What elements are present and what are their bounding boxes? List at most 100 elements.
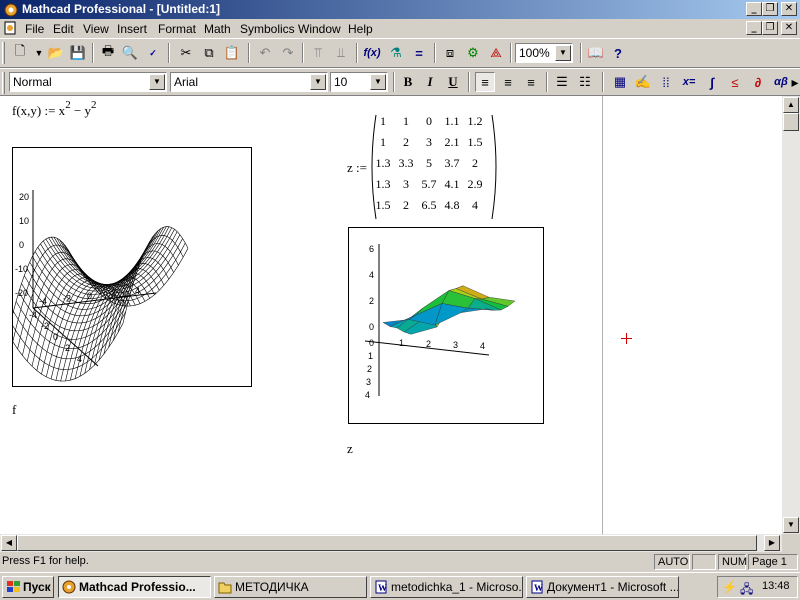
worksheet[interactable]: f(x,y) := x2 − y2 20 10 0 -10 -20 -4 -2 0 2 4 4 2 0-… <box>0 96 782 534</box>
menu-view[interactable]: View <box>83 22 109 36</box>
undo-icon[interactable]: ↶ <box>255 43 275 63</box>
task-folder[interactable]: МЕТОДИЧКА <box>214 576 367 598</box>
function-definition[interactable]: f(x,y) := x2 − y2 <box>12 99 97 119</box>
menu-format[interactable]: Format <box>158 22 196 36</box>
matrix-cell[interactable]: 4.1 <box>441 177 463 192</box>
matrix-cell[interactable]: 3.3 <box>395 156 417 171</box>
paste-icon[interactable]: 📋 <box>222 43 242 63</box>
title-bar[interactable]: Mathcad Professional - [Untitled:1] _ ❐ … <box>0 0 800 19</box>
align-down-icon[interactable]: ⫫ <box>331 43 351 63</box>
insert-function-icon[interactable]: f(x) <box>362 43 382 63</box>
insert-unit-icon[interactable]: ⚗ <box>386 43 406 63</box>
matrix-cell[interactable]: 3 <box>418 135 440 150</box>
mathcad-app-icon[interactable] <box>3 2 19 17</box>
matrix-cell[interactable]: 2 <box>395 198 417 213</box>
print-icon[interactable]: 🖶 <box>98 43 118 63</box>
resource-book-icon[interactable]: 📖 <box>586 43 606 63</box>
menu-file[interactable]: File <box>25 22 44 36</box>
format-toolbar-grip[interactable] <box>2 72 5 94</box>
matrix-cell[interactable]: 1.1 <box>441 114 463 129</box>
horizontal-scrollbar[interactable]: ◀ ▶ <box>0 534 782 552</box>
matrix-cell[interactable]: 4.8 <box>441 198 463 213</box>
matrix-cell[interactable]: 1 <box>372 135 394 150</box>
evaluation-icon[interactable]: x= <box>679 72 699 92</box>
matrix-assignment[interactable]: z := <box>347 160 367 176</box>
task-mathcad[interactable]: Mathcad Professio... <box>58 576 211 598</box>
menu-help[interactable]: Help <box>348 22 373 36</box>
matrix-cell[interactable]: 2 <box>395 135 417 150</box>
close-button[interactable]: ✕ <box>781 2 797 16</box>
italic-button[interactable]: I <box>420 72 440 92</box>
matrix-cell[interactable]: 3.7 <box>441 156 463 171</box>
zoom-dropdown-icon[interactable]: ▼ <box>555 45 571 61</box>
redo-icon[interactable]: ↷ <box>278 43 298 63</box>
maximize-button[interactable]: ❐ <box>762 2 778 16</box>
plot-z-label[interactable]: z <box>347 441 353 457</box>
font-size-dropdown-icon[interactable]: ▼ <box>370 74 386 90</box>
scroll-right-icon[interactable]: ▶ <box>764 535 780 551</box>
matrix-cell[interactable]: 1.3 <box>372 156 394 171</box>
vertical-scroll-thumb[interactable] <box>783 113 799 131</box>
matrix-cell[interactable]: 1 <box>395 114 417 129</box>
graph-icon[interactable]: ✍ <box>633 72 653 92</box>
underline-button[interactable]: U <box>443 72 463 92</box>
matrix-cell[interactable]: 1.2 <box>464 114 486 129</box>
matrix-cell[interactable]: 0 <box>418 114 440 129</box>
task-word-2[interactable]: W Документ1 - Microsoft ... <box>526 576 679 598</box>
matrix-cell[interactable]: 2 <box>464 156 486 171</box>
clock[interactable]: 13:48 <box>762 580 790 592</box>
bullets-icon[interactable]: ☰ <box>552 72 572 92</box>
resource-center-icon[interactable]: ⟁ <box>486 43 506 63</box>
scroll-up-icon[interactable]: ▲ <box>783 97 799 113</box>
style-dropdown-icon[interactable]: ▼ <box>149 74 165 90</box>
help-icon[interactable]: ? <box>608 43 628 63</box>
align-left-icon[interactable]: ≡ <box>475 72 495 92</box>
menu-edit[interactable]: Edit <box>53 22 74 36</box>
font-dropdown-icon[interactable]: ▼ <box>310 74 326 90</box>
doc-minimize-button[interactable]: _ <box>746 21 762 35</box>
programming-icon[interactable]: ∂ <box>748 72 768 92</box>
matrix-cell[interactable]: 1 <box>372 114 394 129</box>
doc-restore-button[interactable]: ❐ <box>762 21 778 35</box>
tray-app-icon[interactable]: ⚡ <box>722 580 737 594</box>
font-size-select[interactable]: 10 ▼ <box>330 72 388 92</box>
matrix-cell[interactable]: 1.5 <box>372 198 394 213</box>
cut-icon[interactable]: ✂ <box>176 43 196 63</box>
spell-check-icon[interactable]: ✓ <box>143 43 163 63</box>
menu-symbolics[interactable]: Symbolics <box>240 22 295 36</box>
matrix-cell[interactable]: 2.9 <box>464 177 486 192</box>
scroll-down-icon[interactable]: ▼ <box>783 517 799 533</box>
horizontal-scroll-thumb[interactable] <box>17 535 757 551</box>
calculator-icon[interactable]: ▦ <box>610 72 630 92</box>
run-script-icon[interactable]: ⚙ <box>463 43 483 63</box>
matrix-cell[interactable]: 3 <box>395 177 417 192</box>
matrix-cell[interactable]: 1.5 <box>464 135 486 150</box>
new-icon[interactable]: 🗋 <box>10 43 30 63</box>
menu-math[interactable]: Math <box>204 22 231 36</box>
calculate-icon[interactable]: = <box>409 43 429 63</box>
matrix-cell[interactable]: 6.5 <box>418 198 440 213</box>
network-icon[interactable]: 🖧 <box>740 580 753 600</box>
calculus-icon[interactable]: ∫ <box>702 72 722 92</box>
toolbar-grip[interactable] <box>2 42 5 64</box>
menu-window[interactable]: Window <box>298 22 341 36</box>
matrix-cell[interactable]: 1.3 <box>372 177 394 192</box>
matrix-cell[interactable]: 2.1 <box>441 135 463 150</box>
matrix-cell[interactable]: 4 <box>464 198 486 213</box>
open-icon[interactable]: 📂 <box>46 43 66 63</box>
save-icon[interactable]: 💾 <box>68 43 88 63</box>
style-select[interactable]: Normal ▼ <box>9 72 167 92</box>
document-icon[interactable] <box>3 21 17 35</box>
plot-f-label[interactable]: f <box>12 402 16 418</box>
surface-plot-z[interactable]: 6 4 2 0 1 2 3 4 0 1 2 3 4 <box>348 227 544 424</box>
start-button[interactable]: Пуск <box>2 576 54 598</box>
doc-close-button[interactable]: ✕ <box>781 21 797 35</box>
zoom-select[interactable]: 100% ▼ <box>515 43 573 63</box>
task-word-1[interactable]: W metodichka_1 - Microso... <box>370 576 523 598</box>
matrix-icon[interactable]: ⁞⁞ <box>656 72 676 92</box>
scroll-left-icon[interactable]: ◀ <box>1 535 17 551</box>
menu-insert[interactable]: Insert <box>117 22 147 36</box>
font-select[interactable]: Arial ▼ <box>170 72 328 92</box>
surface-plot-f[interactable]: 20 10 0 -10 -20 -4 -2 0 2 4 4 2 0 -2 -4 <box>7 147 252 387</box>
matrix-cell[interactable]: 5.7 <box>418 177 440 192</box>
